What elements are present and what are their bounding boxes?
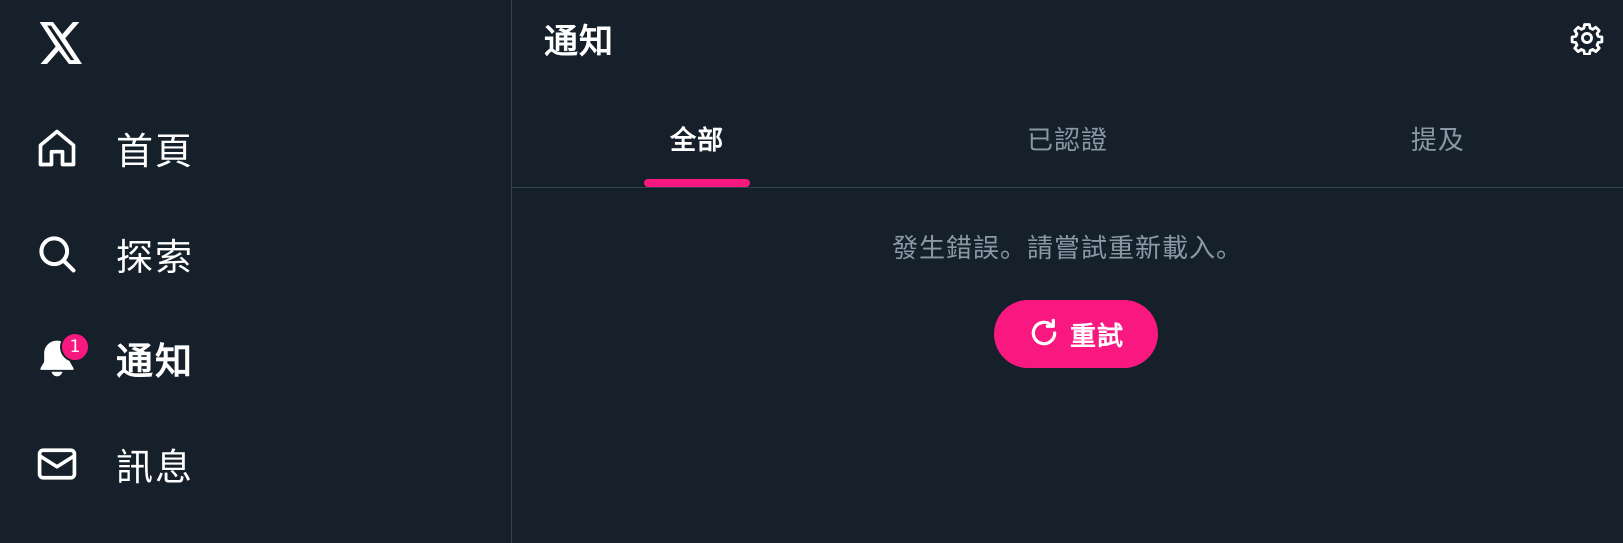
main-column: 通知 全部 已認證 提及 發生錯誤。請嘗試重新載入。 重試	[512, 0, 1623, 543]
tab-verified[interactable]: 已認證	[882, 92, 1252, 187]
retry-button[interactable]: 重試	[994, 300, 1158, 368]
sidebar-item-label: 訊息	[116, 446, 194, 489]
tab-mentions[interactable]: 提及	[1253, 92, 1623, 187]
bell-icon: 1	[30, 331, 90, 385]
x-logo-icon[interactable]	[36, 18, 86, 68]
home-icon	[30, 121, 84, 175]
tab-label: 全部	[670, 126, 725, 156]
sidebar-item-home[interactable]: 首頁	[30, 112, 330, 184]
tab-label: 提及	[1410, 126, 1465, 156]
sidebar-item-label: 通知	[116, 340, 194, 383]
tab-all[interactable]: 全部	[512, 92, 882, 187]
retry-label: 重試	[1069, 320, 1124, 351]
tab-label: 已認證	[1026, 126, 1108, 156]
sidebar-item-explore[interactable]: 探索	[30, 218, 330, 290]
notification-badge: 1	[60, 332, 90, 362]
sidebar: 首頁 探索 1 通知 訊息	[0, 0, 512, 543]
notification-tabs: 全部 已認證 提及	[512, 92, 1623, 188]
mail-icon	[30, 437, 84, 491]
sidebar-item-label: 首頁	[116, 130, 194, 173]
refresh-icon	[1028, 317, 1060, 352]
sidebar-item-messages[interactable]: 訊息	[30, 428, 330, 500]
error-message: 發生錯誤。請嘗試重新載入。	[891, 234, 1243, 264]
app-window: 首頁 探索 1 通知 訊息 通知 全部 已認證 提及 發生錯誤。請嘗試重新載入。…	[0, 0, 1623, 543]
active-tab-indicator	[644, 179, 751, 187]
page-title: 通知	[544, 22, 614, 62]
gear-icon[interactable]	[1567, 18, 1607, 58]
sidebar-item-label: 探索	[116, 236, 194, 279]
sidebar-item-notifications[interactable]: 1 通知	[30, 322, 330, 394]
search-icon	[30, 227, 84, 281]
